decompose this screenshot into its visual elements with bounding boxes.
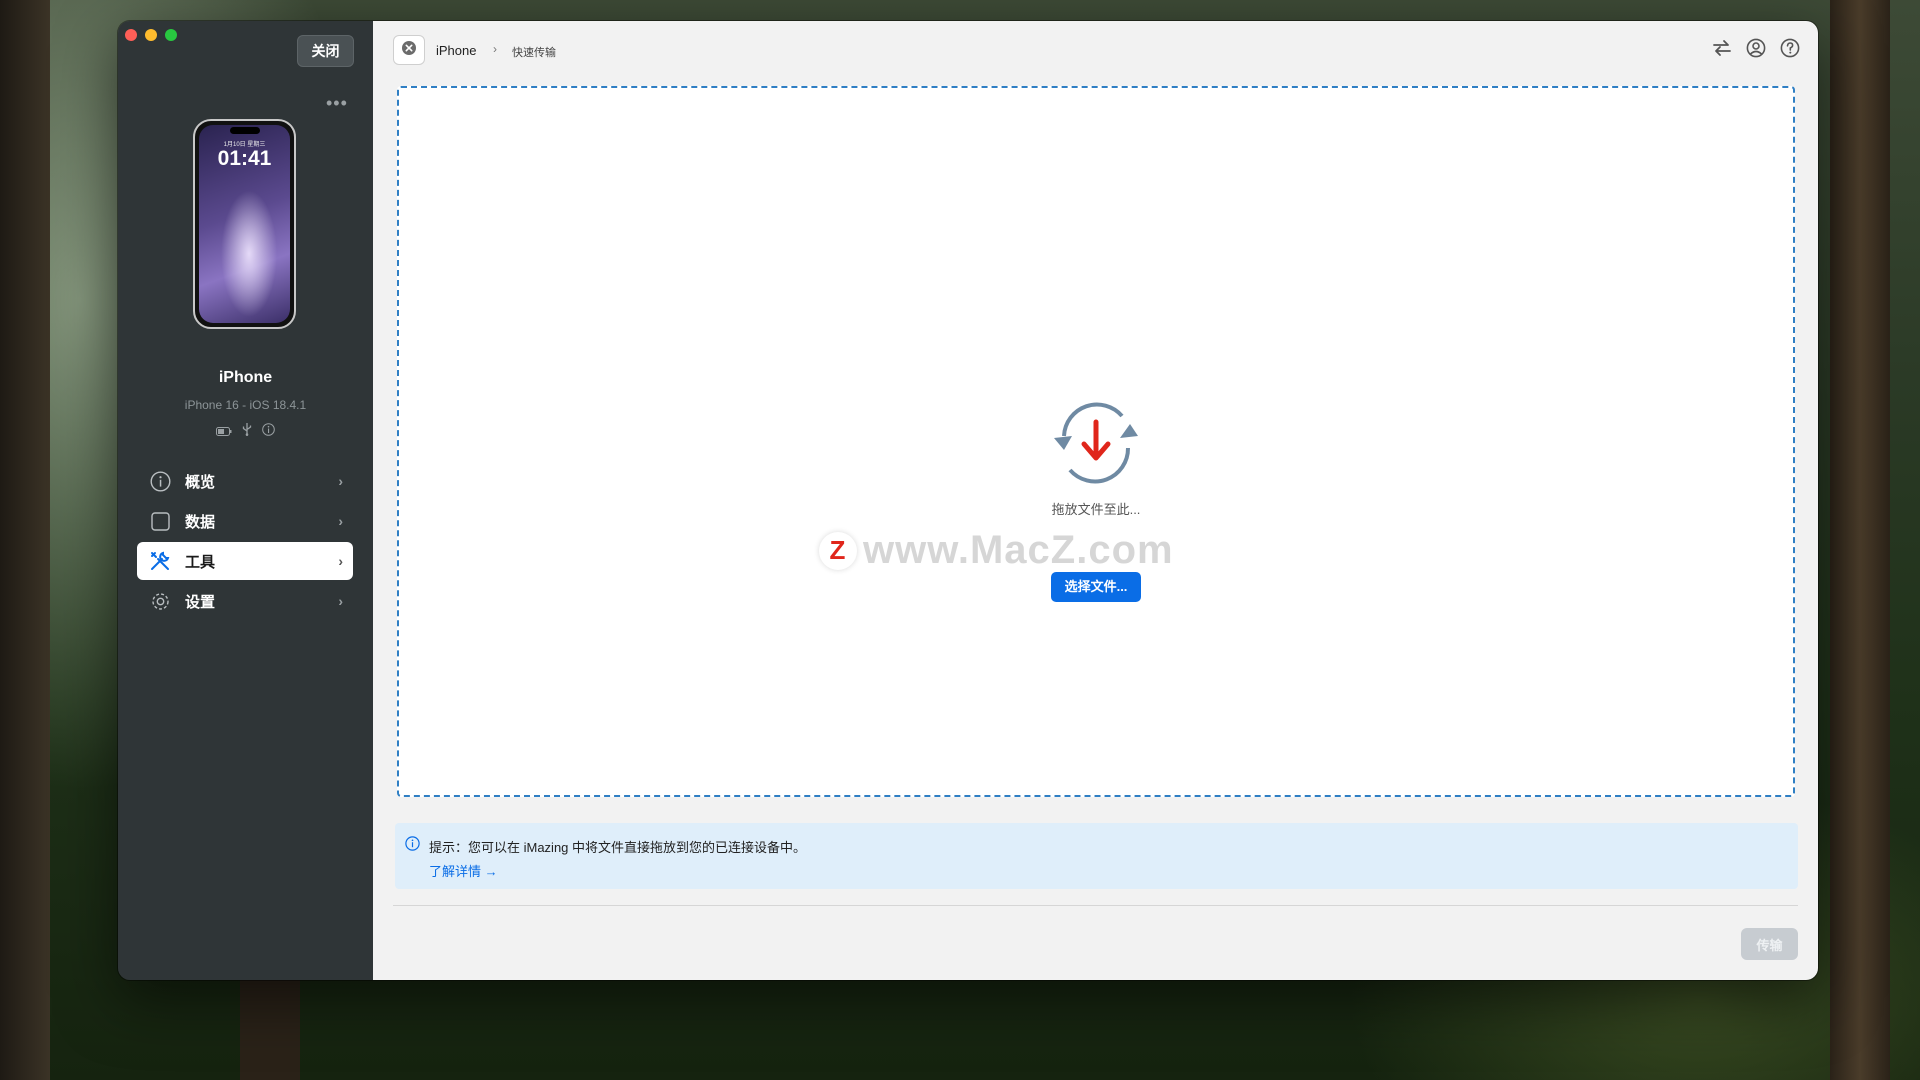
chevron-right-icon: › xyxy=(338,473,343,489)
background-tree xyxy=(1830,0,1890,1080)
zoom-window-button[interactable] xyxy=(165,29,177,41)
sidebar-item-label: 概览 xyxy=(185,473,216,491)
sync-download-icon xyxy=(1044,402,1148,494)
footer-divider xyxy=(393,905,1798,906)
dynamic-island xyxy=(229,127,260,134)
drop-hint: 拖放文件至此... xyxy=(1051,502,1141,517)
breadcrumb-device[interactable]: iPhone xyxy=(436,43,476,58)
tools-icon xyxy=(149,550,171,572)
sidebar-item-overview[interactable]: 概览 › xyxy=(137,462,353,500)
chevron-right-icon: › xyxy=(338,513,343,529)
gear-icon xyxy=(149,590,171,612)
tip-text: 提示：您可以在 iMazing 中将文件直接拖放到您的已连接设备中。 xyxy=(429,840,807,855)
watermark-logo: Z xyxy=(819,531,857,570)
app-window: 关闭 ••• 1月10日 星期三 01:41 iPhone iPhone 16 … xyxy=(118,21,1818,980)
minimize-window-button[interactable] xyxy=(145,29,157,41)
transfer-arrows-icon[interactable] xyxy=(1712,38,1732,63)
close-circle-icon xyxy=(401,40,417,61)
breadcrumb-current: 快速传输 xyxy=(512,47,556,59)
tip-banner: 提示：您可以在 iMazing 中将文件直接拖放到您的已连接设备中。 了解详情 … xyxy=(395,823,1798,889)
usb-icon xyxy=(242,423,252,441)
watermark: Z www.MacZ.com xyxy=(819,528,1174,573)
file-drop-zone[interactable]: 拖放文件至此... 选择文件... Z www.MacZ.com xyxy=(397,86,1795,797)
sidebar-nav: 概览 › 数据 › 工具 › 设置 › xyxy=(137,462,353,622)
chevron-right-icon: › xyxy=(338,593,343,609)
back-button[interactable] xyxy=(393,35,425,65)
device-name: iPhone xyxy=(218,369,273,386)
breadcrumb-separator: › xyxy=(493,42,497,56)
close-device-button[interactable]: 关闭 xyxy=(297,35,354,67)
window-controls xyxy=(125,29,177,41)
account-icon[interactable] xyxy=(1746,38,1766,63)
background-tree xyxy=(0,0,50,1080)
sidebar: 关闭 ••• 1月10日 星期三 01:41 iPhone iPhone 16 … xyxy=(118,21,373,980)
main-panel: iPhone › 快速传输 拖放文件至此... 选择文件... Z www.Ma… xyxy=(373,21,1818,980)
lock-screen-time: 01:41 xyxy=(217,147,272,170)
info-icon xyxy=(149,470,171,492)
transfer-button[interactable]: 传输 xyxy=(1741,928,1798,960)
device-image: 1月10日 星期三 01:41 xyxy=(193,119,296,329)
toolbar: iPhone › 快速传输 xyxy=(373,21,1818,76)
sidebar-item-label: 设置 xyxy=(185,593,216,611)
info-icon xyxy=(405,836,420,856)
sidebar-item-label: 工具 xyxy=(185,553,216,571)
ellipsis-icon[interactable]: ••• xyxy=(326,93,348,114)
background-tree xyxy=(240,980,300,1080)
device-status-icons xyxy=(118,423,373,441)
select-files-button[interactable]: 选择文件... xyxy=(1050,572,1142,602)
sidebar-item-tools[interactable]: 工具 › xyxy=(137,542,353,580)
help-icon[interactable] xyxy=(1780,38,1800,63)
sidebar-item-data[interactable]: 数据 › xyxy=(137,502,353,540)
watermark-text: www.MacZ.com xyxy=(863,528,1174,572)
chevron-right-icon: › xyxy=(338,553,343,569)
learn-more-link[interactable]: 了解详情 → xyxy=(429,861,498,880)
battery-icon xyxy=(216,423,232,441)
sidebar-item-label: 数据 xyxy=(185,513,216,531)
device-model: iPhone 16 - iOS 18.4.1 xyxy=(184,398,307,412)
close-window-button[interactable] xyxy=(125,29,137,41)
square-icon xyxy=(149,510,171,532)
toolbar-icons xyxy=(1712,38,1800,63)
sidebar-item-settings[interactable]: 设置 › xyxy=(137,582,353,620)
info-icon[interactable] xyxy=(262,423,275,441)
